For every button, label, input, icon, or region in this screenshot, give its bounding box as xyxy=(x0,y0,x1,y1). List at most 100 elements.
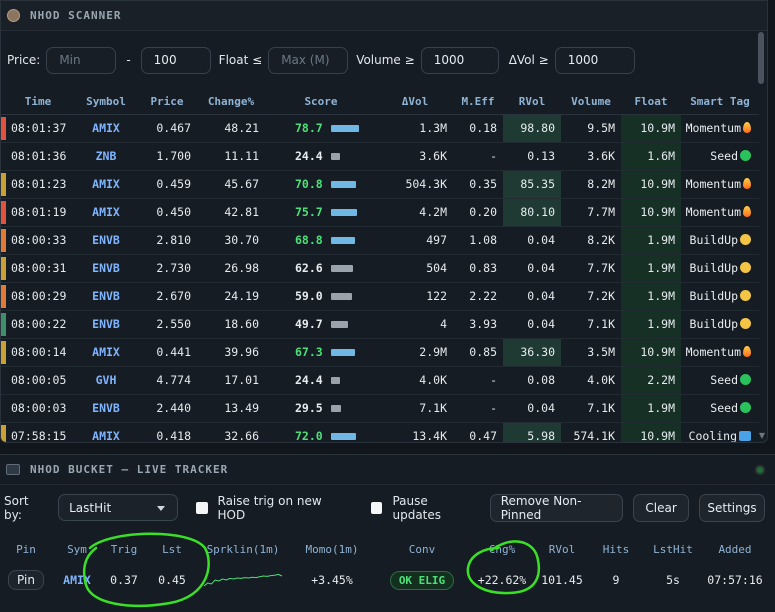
row-rvol: 0.04 xyxy=(503,282,561,311)
row-float: 10.9M xyxy=(621,114,681,143)
scanner-row[interactable]: 08:00:29 ENVB 2.670 24.19 59.0 122 2.22 0.04 7.2… xyxy=(1,282,759,311)
scanner-scrollbar-thumb[interactable] xyxy=(758,32,764,84)
bucket-window: NHOD BUCKET — LIVE TRACKER Sort by: Last… xyxy=(0,454,775,612)
row-price: 0.450 xyxy=(137,198,197,227)
col-header-price[interactable]: Price xyxy=(137,90,197,115)
row-price-text: 0.441 xyxy=(156,345,191,359)
row-float: 10.9M xyxy=(621,338,681,367)
row-price: 4.774 xyxy=(137,366,197,395)
row-smart-tag-text: BuildUp xyxy=(689,317,738,331)
float-max-input[interactable]: Max (M) xyxy=(268,46,349,74)
col-header-rvol[interactable]: RVol xyxy=(503,90,561,115)
scanner-row[interactable]: 08:00:14 AMIX 0.441 39.96 67.3 2.9M 0.85 36.30 3… xyxy=(1,338,759,367)
bucket-col-rvol[interactable]: RVol xyxy=(536,537,588,562)
row-symbol-text: GVH xyxy=(95,373,117,387)
bucket-col-added[interactable]: Added xyxy=(702,537,768,562)
bucket-col-pin[interactable]: Pin xyxy=(0,537,52,562)
raise-trig-label[interactable]: Raise trig on new HOD xyxy=(218,494,353,522)
row-symbol: ENVB xyxy=(75,310,137,339)
row-dvol: 504.3K xyxy=(377,170,453,199)
row-rvol: 36.30 xyxy=(503,338,561,367)
col-header-symbol[interactable]: Symbol xyxy=(75,90,137,115)
sort-select[interactable]: LastHit xyxy=(58,494,178,521)
row-score-text: 24.4 xyxy=(295,149,323,163)
raise-trig-checkbox[interactable] xyxy=(195,501,208,514)
col-header-meff[interactable]: M.Eff xyxy=(453,90,503,115)
row-score-text: 68.8 xyxy=(295,233,323,247)
pin-button[interactable]: Pin xyxy=(8,570,44,590)
row-float: 10.9M xyxy=(621,170,681,199)
bucket-col-sparkline[interactable]: Sprklin(1m) xyxy=(198,537,288,562)
row-volume: 7.1K xyxy=(561,394,621,423)
yellow-dot-icon xyxy=(740,234,751,245)
col-header-volume[interactable]: Volume xyxy=(561,90,621,115)
row-float: 1.6M xyxy=(621,142,681,171)
row-change: 24.19 xyxy=(197,282,265,311)
row-change-text: 39.96 xyxy=(224,345,259,359)
volume-min-input[interactable]: 1000 xyxy=(420,46,499,74)
price-max-input[interactable]: 100 xyxy=(140,46,211,74)
bucket-table: Pin Sym Trig Lst Sprklin(1m) Momo(1m) Co… xyxy=(0,537,768,598)
scroll-down-arrow-icon[interactable]: ▼ xyxy=(759,431,765,440)
col-header-dvol[interactable]: ΔVol xyxy=(377,90,453,115)
row-smart-tag: BuildUp xyxy=(681,282,759,311)
row-meff-text: - xyxy=(490,149,497,163)
scanner-row[interactable]: 08:01:19 AMIX 0.450 42.81 75.7 4.2M 0.20 80.10 7… xyxy=(1,198,759,227)
scanner-row[interactable]: 08:00:22 ENVB 2.550 18.60 49.7 4 3.93 0.04 7.1K 1… xyxy=(1,310,759,339)
chevron-down-icon xyxy=(156,506,165,511)
price-min-input[interactable]: Min xyxy=(46,46,117,74)
bucket-chg: +22.62% xyxy=(477,573,527,587)
col-header-change[interactable]: Change% xyxy=(197,90,265,115)
col-header-score[interactable]: Score xyxy=(265,90,377,115)
col-header-time[interactable]: Time xyxy=(1,90,75,115)
bucket-row[interactable]: Pin AMIX 0.37 0.45 +3.45% OK ELIG +22.62… xyxy=(0,562,768,598)
row-change: 26.98 xyxy=(197,254,265,283)
scanner-row[interactable]: 08:01:37 AMIX 0.467 48.21 78.7 1.3M 0.18 98.80 9… xyxy=(1,114,759,143)
bucket-col-last[interactable]: Lst xyxy=(146,537,198,562)
row-meff-text: 2.22 xyxy=(469,289,497,303)
row-price-text: 4.774 xyxy=(156,373,191,387)
row-volume: 7.2K xyxy=(561,282,621,311)
row-time: 08:00:31 xyxy=(1,254,75,283)
pause-updates-checkbox[interactable] xyxy=(370,501,383,514)
bucket-col-momo[interactable]: Momo(1m) xyxy=(288,537,376,562)
bucket-col-chg[interactable]: Chg% xyxy=(468,537,536,562)
bucket-col-hits[interactable]: Hits xyxy=(588,537,644,562)
pause-updates-label[interactable]: Pause updates xyxy=(392,494,479,522)
row-status-edge xyxy=(1,312,6,336)
bucket-title: NHOD BUCKET — LIVE TRACKER xyxy=(30,463,229,476)
row-price-text: 0.450 xyxy=(156,205,191,219)
bucket-col-conv[interactable]: Conv xyxy=(376,537,468,562)
scanner-row[interactable]: 08:00:31 ENVB 2.730 26.98 62.6 504 0.83 0.04 7.7… xyxy=(1,254,759,283)
clear-button[interactable]: Clear xyxy=(633,493,689,522)
dvol-min-input[interactable]: 1000 xyxy=(554,46,635,74)
bucket-col-sym[interactable]: Sym xyxy=(52,537,102,562)
col-header-float[interactable]: Float xyxy=(621,90,681,115)
row-meff-text: - xyxy=(490,401,497,415)
scanner-row[interactable]: 08:01:23 AMIX 0.459 45.67 70.8 504.3K 0.35 85.3… xyxy=(1,170,759,199)
price-range-dash: - xyxy=(126,53,131,67)
scanner-scrollbar[interactable] xyxy=(757,32,765,432)
row-smart-tag-text: Momentum xyxy=(685,205,741,219)
row-change: 48.21 xyxy=(197,114,265,143)
scanner-row[interactable]: 08:00:03 ENVB 2.440 13.49 29.5 7.1K - 0.04 7.1K 1… xyxy=(1,394,759,423)
score-bar xyxy=(330,349,355,356)
bucket-col-lsthit[interactable]: LstHit xyxy=(644,537,702,562)
row-rvol: 0.04 xyxy=(503,254,561,283)
col-header-smart-tag[interactable]: Smart Tag xyxy=(681,90,759,115)
row-change-text: 18.60 xyxy=(224,317,259,331)
row-status-edge xyxy=(1,116,6,140)
score-bar xyxy=(330,153,340,160)
row-symbol-text: AMIX xyxy=(92,429,120,443)
settings-button[interactable]: Settings xyxy=(698,493,765,522)
scanner-row[interactable]: 08:00:33 ENVB 2.810 30.70 68.8 497 1.08 0.04 8.2… xyxy=(1,226,759,255)
scanner-row[interactable]: 08:01:36 ZNB 1.700 11.11 24.4 3.6K - 0.13 3.6K 1.… xyxy=(1,142,759,171)
scanner-row[interactable]: 07:58:15 AMIX 0.418 32.66 72.0 13.4K 0.47 5.98 5… xyxy=(1,422,759,443)
bucket-col-trig[interactable]: Trig xyxy=(102,537,146,562)
row-change-text: 24.19 xyxy=(224,289,259,303)
row-time: 08:00:14 xyxy=(1,338,75,367)
row-change: 13.49 xyxy=(197,394,265,423)
scanner-row[interactable]: 08:00:05 GVH 4.774 17.01 24.4 4.0K - 0.08 4.0K 2.… xyxy=(1,366,759,395)
remove-non-pinned-button[interactable]: Remove Non-Pinned xyxy=(489,493,624,522)
row-time-text: 08:00:31 xyxy=(11,261,67,275)
